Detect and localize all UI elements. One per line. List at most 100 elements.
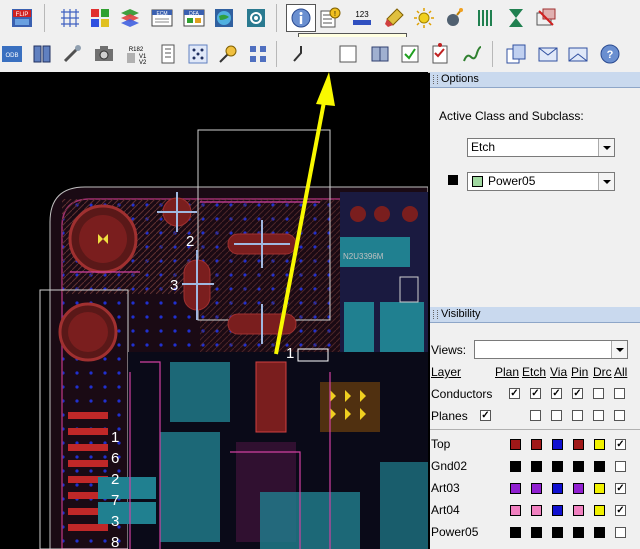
pcb-canvas[interactable]: N2U3396M 2 3 1 1 6 2 7 3 8 — [0, 72, 428, 549]
layer-all-checkbox[interactable]: ✓ — [615, 505, 626, 516]
layer-color-swatch[interactable] — [552, 527, 563, 538]
layer-color-swatch[interactable] — [531, 461, 542, 472]
layer-color-swatch[interactable] — [594, 461, 605, 472]
layer-color-swatch[interactable] — [531, 483, 542, 494]
layer-color-swatch[interactable] — [552, 483, 563, 494]
bars-icon[interactable] — [474, 6, 498, 30]
layer-color-swatch[interactable] — [510, 483, 521, 494]
dfa-icon[interactable]: DFA — [182, 6, 206, 30]
layer-color-swatch[interactable] — [573, 439, 584, 450]
grid-icon[interactable] — [58, 6, 82, 30]
settings-icon[interactable] — [244, 6, 268, 30]
layer-color-swatch[interactable] — [594, 439, 605, 450]
layer-all-checkbox[interactable]: ✓ — [615, 483, 626, 494]
wand-icon[interactable] — [60, 42, 84, 66]
chevron-down-icon[interactable] — [598, 139, 614, 156]
explode-icon[interactable] — [442, 6, 466, 30]
chevron-down-icon[interactable] — [598, 173, 614, 190]
layers-icon[interactable] — [118, 6, 142, 30]
subclass-color-chip — [472, 176, 483, 187]
unrats-icon[interactable] — [534, 6, 558, 30]
class-value: Etch — [471, 140, 496, 154]
envelope-icon[interactable] — [536, 42, 560, 66]
conductors-all-checkbox[interactable] — [614, 388, 625, 399]
part-text: N2U3396M — [343, 252, 384, 261]
info-property-icon[interactable]: ! — [318, 6, 342, 30]
conductors-drc-checkbox[interactable] — [593, 388, 604, 399]
main-toolbar: FLIP ECM DFA ! 123 — [0, 0, 640, 51]
conductors-plan-checkbox[interactable]: ✓ — [509, 388, 520, 399]
copy-icon[interactable] — [504, 42, 528, 66]
checklist-icon[interactable] — [428, 42, 452, 66]
check-icon[interactable] — [398, 42, 422, 66]
layer-color-swatch[interactable] — [510, 527, 521, 538]
conductors-via-checkbox[interactable]: ✓ — [551, 388, 562, 399]
layer-color-swatch[interactable] — [573, 505, 584, 516]
hourglass-icon[interactable] — [504, 6, 528, 30]
flip-icon[interactable]: FLIP — [10, 6, 34, 30]
envelope2-icon[interactable] — [566, 42, 590, 66]
visibility-panel-title: Visibility — [430, 307, 640, 323]
layer-color-swatch[interactable] — [573, 461, 584, 472]
refdes-icon[interactable]: R182 V1 V2 — [124, 42, 148, 66]
layer-color-swatch[interactable] — [594, 527, 605, 538]
sun-icon[interactable] — [412, 6, 436, 30]
layer-color-swatch[interactable] — [510, 439, 521, 450]
layer-color-swatch[interactable] — [552, 461, 563, 472]
flip-text: FLIP — [16, 12, 29, 18]
highlight-icon[interactable] — [382, 6, 406, 30]
ecm-icon[interactable]: ECM — [150, 6, 174, 30]
pad-icon[interactable] — [246, 42, 270, 66]
layer-all-checkbox[interactable]: ✓ — [615, 439, 626, 450]
numbers-icon[interactable]: 123 — [350, 6, 374, 30]
layer-color-swatch[interactable] — [531, 439, 542, 450]
planes-drc-checkbox[interactable] — [593, 410, 604, 421]
header-pin: Pin — [571, 365, 589, 379]
layer-color-swatch[interactable] — [573, 527, 584, 538]
show-element-icon[interactable] — [286, 4, 316, 32]
layer-color-swatch[interactable] — [531, 527, 542, 538]
layer-color-swatch[interactable] — [552, 505, 563, 516]
layer-color-swatch[interactable] — [510, 505, 521, 516]
book-icon[interactable] — [368, 42, 392, 66]
visibility-panel: Visibility Views: Layer Plan Etch Via Pi… — [430, 307, 640, 549]
layer-name: Top — [431, 437, 451, 451]
svg-text:V2: V2 — [139, 60, 147, 65]
planes-via-checkbox[interactable] — [551, 410, 562, 421]
planes-pin-checkbox[interactable] — [572, 410, 583, 421]
layer-color-swatch[interactable] — [573, 483, 584, 494]
planes-all-checkbox[interactable] — [614, 410, 625, 421]
pin-icon[interactable] — [216, 42, 240, 66]
subclass-select[interactable]: Power05 — [467, 172, 615, 191]
layer-all-checkbox[interactable] — [615, 527, 626, 538]
dots-icon[interactable] — [186, 42, 210, 66]
layer-color-swatch[interactable] — [510, 461, 521, 472]
coil-icon[interactable] — [460, 42, 484, 66]
layer-color-swatch[interactable] — [552, 439, 563, 450]
dfa-text: DFA — [189, 11, 199, 17]
subclass-color-swatch[interactable] — [448, 175, 458, 185]
color-icon[interactable] — [88, 6, 112, 30]
planes-etch-checkbox[interactable] — [530, 410, 541, 421]
route-icon[interactable] — [290, 42, 314, 66]
planes-plan-checkbox[interactable]: ✓ — [480, 410, 491, 421]
class-select[interactable]: Etch — [467, 138, 615, 157]
layer-color-swatch[interactable] — [594, 483, 605, 494]
odb-icon[interactable]: ODB — [0, 42, 24, 66]
camera-icon[interactable] — [92, 42, 116, 66]
odb-text: ODB — [5, 53, 18, 59]
layer-color-swatch[interactable] — [594, 505, 605, 516]
views-select[interactable] — [474, 340, 628, 359]
help-icon[interactable]: ? — [598, 42, 622, 66]
window-icon[interactable] — [336, 42, 360, 66]
layer-all-checkbox[interactable] — [615, 461, 626, 472]
chevron-down-icon[interactable] — [611, 341, 627, 358]
view-icon[interactable] — [30, 42, 54, 66]
globe-icon[interactable] — [212, 6, 236, 30]
layer-color-swatch[interactable] — [531, 505, 542, 516]
header-etch: Etch — [522, 365, 547, 379]
conductors-etch-checkbox[interactable]: ✓ — [530, 388, 541, 399]
board-label: 2 — [186, 233, 194, 250]
note-icon[interactable] — [156, 42, 180, 66]
conductors-pin-checkbox[interactable]: ✓ — [572, 388, 583, 399]
